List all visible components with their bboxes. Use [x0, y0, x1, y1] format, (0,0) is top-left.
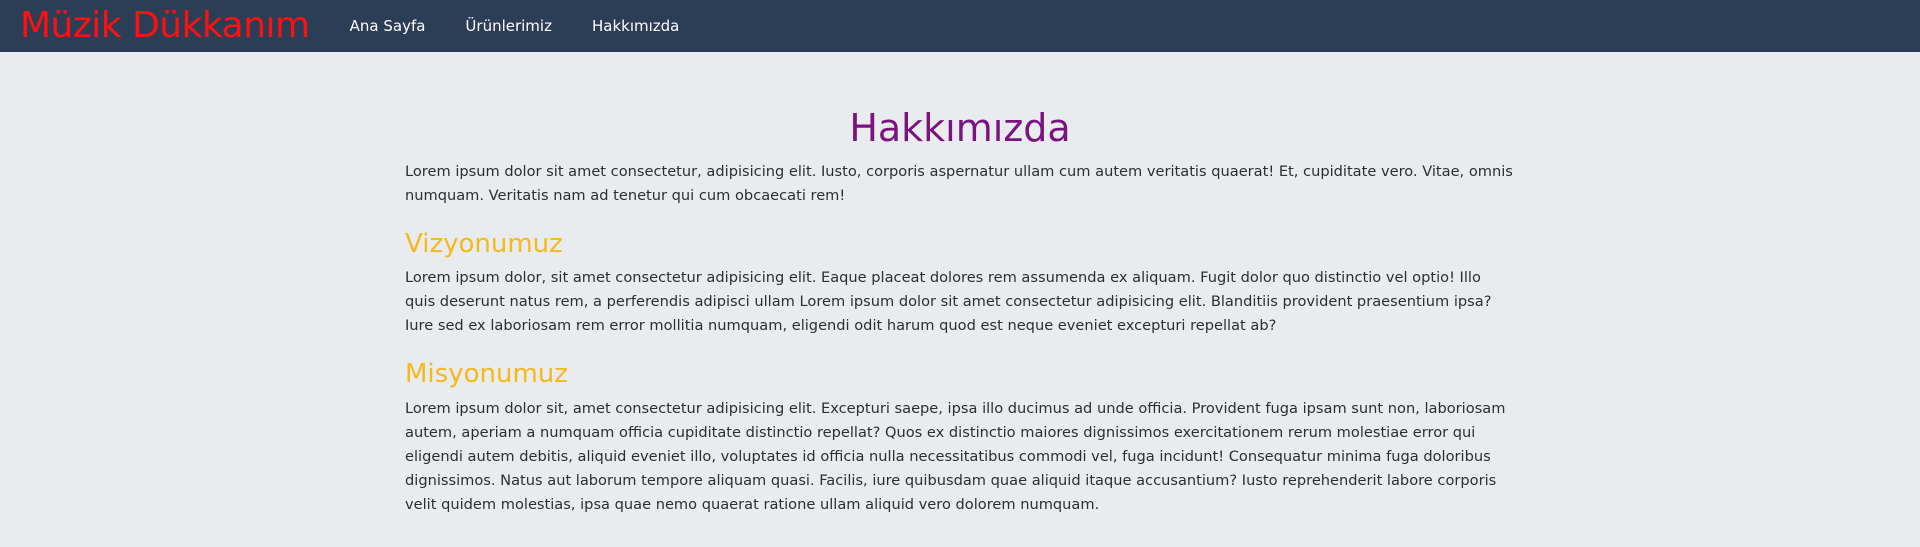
vision-paragraph: Lorem ipsum dolor, sit amet consectetur … [405, 269, 1492, 335]
nav-link-home[interactable]: Ana Sayfa [350, 17, 426, 35]
nav-link-products[interactable]: Ürünlerimiz [465, 17, 552, 35]
nav-link-about[interactable]: Hakkımızda [592, 17, 679, 35]
about-content: Hakkımızda Lorem ipsum dolor sit amet co… [405, 52, 1515, 517]
vision-heading: Vizyonumuz [405, 228, 563, 259]
mission-heading: Misyonumuz [405, 359, 568, 390]
intro-paragraph: Lorem ipsum dolor sit amet consectetur, … [405, 162, 1513, 204]
brand-logo-link[interactable]: Müzik Dükkanım [20, 8, 310, 44]
top-navbar: Müzik Dükkanım Ana Sayfa Ürünlerimiz Hak… [0, 0, 1920, 52]
page-title: Hakkımızda [849, 106, 1071, 150]
mission-paragraph: Lorem ipsum dolor sit, amet consectetur … [405, 399, 1506, 513]
nav-links: Ana Sayfa Ürünlerimiz Hakkımızda [342, 17, 712, 35]
